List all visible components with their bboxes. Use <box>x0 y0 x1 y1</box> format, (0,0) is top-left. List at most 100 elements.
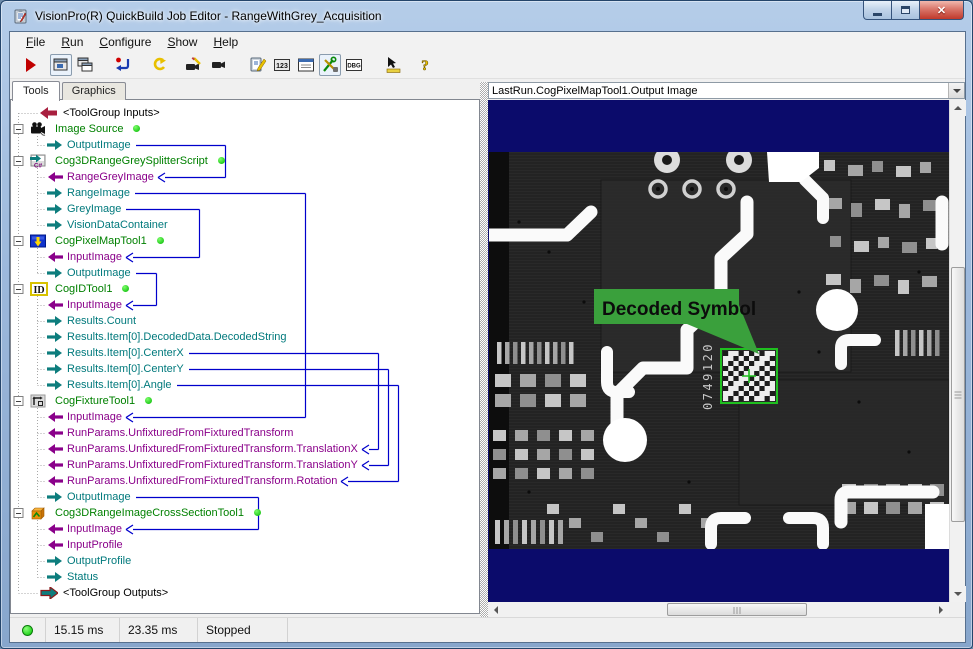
tool-bar: 123 DBG? <box>10 52 965 79</box>
output-terminal-icon <box>47 220 63 230</box>
run-job-button[interactable] <box>20 54 42 76</box>
output-terminal-icon <box>47 348 63 358</box>
tree-item-cog3drangegreysplitterscript[interactable]: C#Cog3DRangeGreySplitterScript <box>11 153 479 169</box>
job-tree-panel: <ToolGroup Inputs>Image SourceOutputImag… <box>10 99 480 614</box>
reset-job-button[interactable] <box>112 54 134 76</box>
pointer-ruler-button[interactable] <box>382 54 404 76</box>
help-button[interactable]: ? <box>414 54 436 76</box>
tree-item-label: OutputImage <box>67 489 131 505</box>
numeric-results-icon: 123 <box>273 56 291 74</box>
tree-item-inputimage[interactable]: InputImage <box>11 297 479 313</box>
tree-item-results-item-0-centery[interactable]: Results.Item[0].CenterY <box>11 361 479 377</box>
tree-item-runparams-unfixturedfromfixturedtransform-translationy[interactable]: RunParams.UnfixturedFromFixturedTransfor… <box>11 457 479 473</box>
tree-item-outputprofile[interactable]: OutputProfile <box>11 553 479 569</box>
tree-item-image-source[interactable]: Image Source <box>11 121 479 137</box>
tree-item-label: Results.Item[0].Angle <box>67 377 172 393</box>
tree-item-runparams-unfixturedfromfixturedtransform[interactable]: RunParams.UnfixturedFromFixturedTransfor… <box>11 425 479 441</box>
tree-item-status[interactable]: Status <box>11 569 479 585</box>
tab-tools[interactable]: Tools <box>12 81 60 101</box>
scroll-down-button[interactable] <box>950 586 966 602</box>
script-splitter-icon: C# <box>30 153 47 169</box>
pcb-image: 0749120 Decoded Symbol <box>489 152 949 549</box>
tree-item-rangegreyimage[interactable]: RangeGreyImage <box>11 169 479 185</box>
tree-item-toolgroup-inputs[interactable]: <ToolGroup Inputs> <box>11 105 479 121</box>
tree-item-inputprofile[interactable]: InputProfile <box>11 537 479 553</box>
form-view-button[interactable] <box>295 54 317 76</box>
thumb-grip <box>734 607 741 614</box>
edit-acquisition-button[interactable] <box>183 54 205 76</box>
run-job-icon <box>22 56 40 74</box>
tree-item-runparams-unfixturedfromfixturedtransform-rotation[interactable]: RunParams.UnfixturedFromFixturedTransfor… <box>11 473 479 489</box>
display-selector-combobox[interactable]: LastRun.CogPixelMapTool1.Output Image <box>488 82 965 99</box>
input-terminal-icon <box>47 460 63 470</box>
tool-status-dot <box>122 285 129 292</box>
tree-item-inputimage[interactable]: InputImage <box>11 409 479 425</box>
image-display-viewer[interactable]: 0749120 Decoded Symbol <box>488 100 949 602</box>
tree-item-label: Results.Count <box>67 313 136 329</box>
cascade-windows-icon <box>76 56 94 74</box>
tree-item-label: OutputProfile <box>67 553 131 569</box>
tree-item-inputimage[interactable]: InputImage <box>11 249 479 265</box>
tree-item-cog3drangeimagecrosssectiontool1[interactable]: Cog3DRangeImageCrossSectionTool1 <box>11 505 479 521</box>
tab-graphics[interactable]: Graphics <box>62 82 126 100</box>
input-terminal-icon <box>47 444 63 454</box>
status-time-1: 15.15 ms <box>46 618 120 642</box>
app-window: VisionPro(R) QuickBuild Job Editor - Ran… <box>0 0 973 649</box>
display-selector-value: LastRun.CogPixelMapTool1.Output Image <box>489 85 948 97</box>
menu-item-show[interactable]: Show <box>159 33 205 51</box>
panel-splitter[interactable] <box>480 82 488 617</box>
tree-item-cogfixturetool1[interactable]: CogFixtureTool1 <box>11 393 479 409</box>
scroll-up-button[interactable] <box>950 100 966 116</box>
tree-item-label: <ToolGroup Outputs> <box>63 585 168 601</box>
title-bar[interactable]: VisionPro(R) QuickBuild Job Editor - Ran… <box>1 1 972 31</box>
viewer-horizontal-scrollbar[interactable] <box>488 602 949 617</box>
tree-item-cogidtool1[interactable]: IDCogIDTool1 <box>11 281 479 297</box>
output-terminal-icon <box>47 364 63 374</box>
minimize-button[interactable] <box>863 1 892 20</box>
output-terminal-icon <box>47 492 63 502</box>
printed-symbol-digits: 0749120 <box>701 342 715 410</box>
tree-item-results-item-0-angle[interactable]: Results.Item[0].Angle <box>11 377 479 393</box>
camera-small-button[interactable] <box>208 54 230 76</box>
tree-item-label: Results.Item[0].CenterY <box>67 361 184 377</box>
tree-item-greyimage[interactable]: GreyImage <box>11 201 479 217</box>
close-button[interactable]: ✕ <box>919 1 964 20</box>
tree-item-label: InputImage <box>67 521 122 537</box>
tree-item-results-item-0-centerx[interactable]: Results.Item[0].CenterX <box>11 345 479 361</box>
cascade-windows-button[interactable] <box>74 54 96 76</box>
tree-item-inputimage[interactable]: InputImage <box>11 521 479 537</box>
scroll-right-button[interactable] <box>933 602 949 617</box>
tree-item-toolgroup-outputs[interactable]: <ToolGroup Outputs> <box>11 585 479 601</box>
triangle-down-icon <box>954 592 962 596</box>
tree-item-outputimage[interactable]: OutputImage <box>11 137 479 153</box>
tree-item-results-item-0-decodeddata-decodedstring[interactable]: Results.Item[0].DecodedData.DecodedStrin… <box>11 329 479 345</box>
menu-item-file[interactable]: File <box>18 33 53 51</box>
debug-button[interactable]: DBG <box>343 54 365 76</box>
tree-item-outputimage[interactable]: OutputImage <box>11 489 479 505</box>
tree-item-cogpixelmaptool1[interactable]: CogPixelMapTool1 <box>11 233 479 249</box>
tree-item-visiondatacontainer[interactable]: VisionDataContainer <box>11 217 479 233</box>
toolbox-button[interactable] <box>319 54 341 76</box>
combobox-dropdown-button[interactable] <box>948 83 964 98</box>
scroll-left-button[interactable] <box>488 602 504 617</box>
tree-item-rangeimage[interactable]: RangeImage <box>11 185 479 201</box>
undo-button[interactable] <box>148 54 170 76</box>
vertical-scroll-thumb[interactable] <box>951 267 965 522</box>
maximize-button[interactable] <box>892 1 919 20</box>
tree-item-results-count[interactable]: Results.Count <box>11 313 479 329</box>
tool-status-dot <box>157 237 164 244</box>
viewer-vertical-scrollbar[interactable] <box>949 100 965 602</box>
menu-item-run[interactable]: Run <box>53 33 91 51</box>
tree-item-outputimage[interactable]: OutputImage <box>11 265 479 281</box>
menu-item-configure[interactable]: Configure <box>91 33 159 51</box>
menu-item-help[interactable]: Help <box>205 33 246 51</box>
pixelmap-icon <box>30 233 46 249</box>
minimize-icon <box>873 13 882 16</box>
tree-item-runparams-unfixturedfromfixturedtransform-translationx[interactable]: RunParams.UnfixturedFromFixturedTransfor… <box>11 441 479 457</box>
show-image-window-button[interactable] <box>50 54 72 76</box>
tree-item-label: Results.Item[0].CenterX <box>67 345 184 361</box>
output-terminal-icon <box>47 332 63 342</box>
job-properties-button[interactable] <box>247 54 269 76</box>
numeric-results-button[interactable]: 123 <box>271 54 293 76</box>
horizontal-scroll-thumb[interactable] <box>667 603 807 616</box>
